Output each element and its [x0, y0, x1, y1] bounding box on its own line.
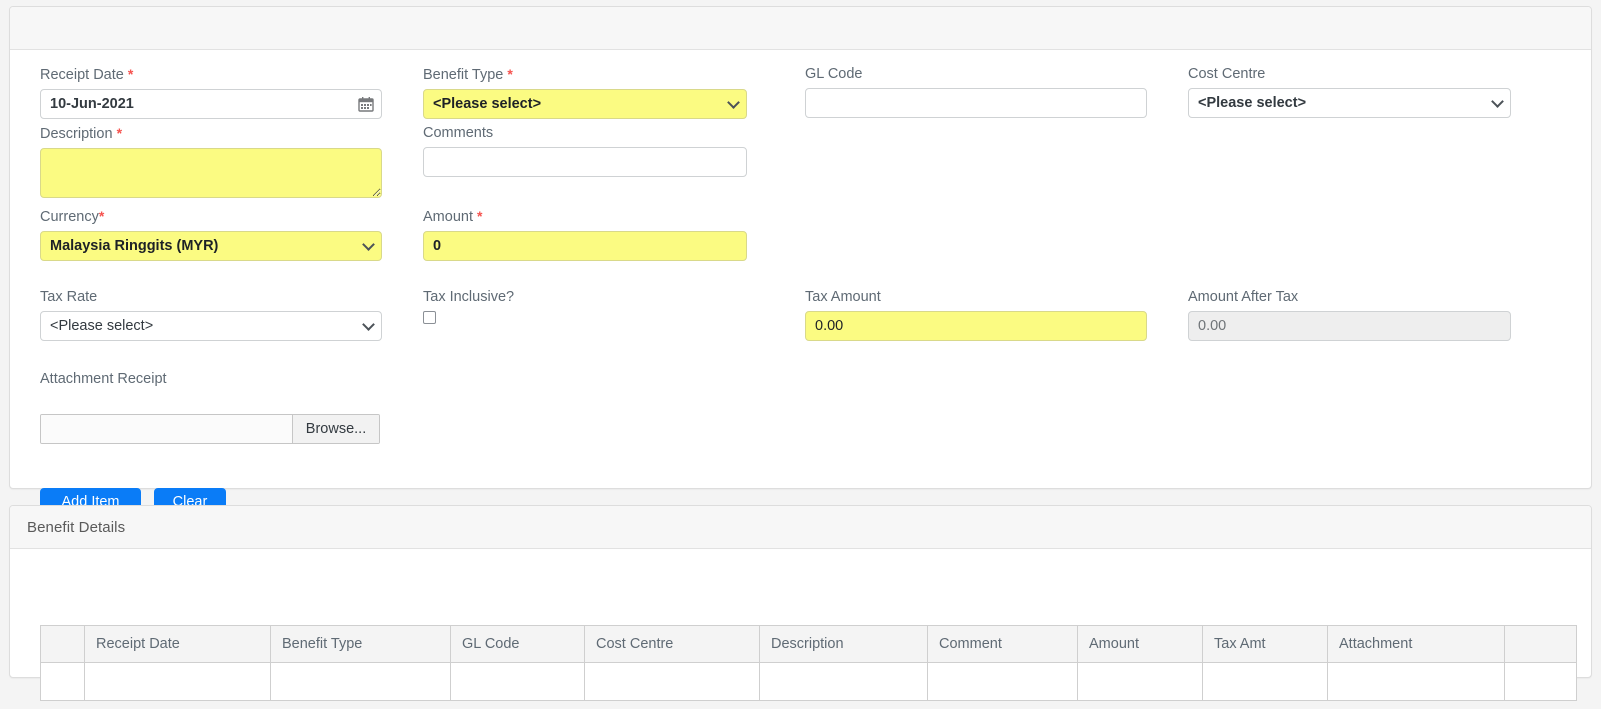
currency-label-text: Currency — [40, 209, 99, 225]
tax-rate-select-wrap: <Please select> — [40, 311, 382, 341]
receipt-date-input-wrap — [40, 89, 382, 119]
attachment-file-name — [41, 415, 293, 443]
gl-code-label: GL Code — [805, 66, 863, 82]
benefit-details-table-wrap: Receipt Date Benefit Type GL Code Cost C… — [40, 625, 1577, 701]
table-header-row: Receipt Date Benefit Type GL Code Cost C… — [40, 625, 1577, 663]
col-header-description: Description — [759, 625, 928, 663]
col-header-amount: Amount — [1077, 625, 1203, 663]
benefit-type-label-text: Benefit Type — [423, 67, 504, 83]
amount-label-text: Amount — [423, 209, 473, 225]
tax-amount-input[interactable] — [805, 311, 1147, 341]
cost-centre-label: Cost Centre — [1188, 66, 1266, 82]
field-gl-code: GL Code — [805, 65, 1147, 118]
col-header-attachment: Attachment — [1327, 625, 1505, 663]
page-root: Receipt Date * 10-Jun-2021 Benefit Type … — [0, 0, 1601, 709]
cell-comment — [927, 662, 1078, 701]
currency-required-marker: * — [98, 208, 105, 224]
field-amount: Amount * — [423, 207, 747, 261]
tax-rate-select[interactable]: <Please select> — [40, 311, 382, 341]
benefit-details-header: Benefit Details — [10, 506, 1591, 549]
field-attachment-receipt: Attachment Receipt Browse... — [40, 370, 382, 444]
amount-required-marker: * — [477, 208, 483, 224]
col-header-actions — [1504, 625, 1577, 663]
cell-benefit-type — [270, 662, 451, 701]
currency-select[interactable]: Malaysia Ringgits (MYR) — [40, 231, 382, 261]
cost-centre-select[interactable]: <Please select> — [1188, 88, 1511, 118]
benefit-details-title: Benefit Details — [27, 518, 126, 536]
field-tax-inclusive: Tax Inclusive? — [423, 288, 623, 324]
receipt-date-input[interactable] — [40, 89, 382, 119]
comments-label: Comments — [423, 125, 494, 141]
amount-label: Amount * — [423, 207, 747, 226]
amount-after-tax-label: Amount After Tax — [1188, 289, 1299, 305]
field-currency: Currency* Malaysia Ringgits (MYR) — [40, 207, 382, 261]
cost-centre-select-wrap: <Please select> — [1188, 88, 1511, 118]
benefit-details-card: Benefit Details Receipt Date Benefit Typ… — [9, 505, 1592, 701]
field-tax-rate: Tax Rate <Please select> — [40, 288, 382, 341]
cell-attachment — [1327, 662, 1505, 701]
description-textarea[interactable] — [40, 148, 382, 198]
col-header-cost-centre: Cost Centre — [584, 625, 760, 663]
description-label-text: Description — [40, 126, 113, 142]
tax-rate-label: Tax Rate — [40, 289, 98, 305]
benefit-type-select-wrap: <Please select> — [423, 89, 747, 119]
comments-input[interactable] — [423, 147, 747, 177]
amount-after-tax-input — [1188, 311, 1511, 341]
form-card-header — [10, 7, 1591, 50]
cell-tax-amt — [1202, 662, 1328, 701]
attachment-receipt-label: Attachment Receipt — [40, 371, 167, 387]
cell-actions — [1504, 662, 1577, 701]
benefit-type-required-marker: * — [507, 66, 513, 82]
benefit-type-label: Benefit Type * — [423, 65, 747, 84]
field-receipt-date: Receipt Date * — [40, 65, 382, 119]
col-header-benefit-type: Benefit Type — [270, 625, 451, 663]
cell-amount — [1077, 662, 1203, 701]
col-header-tax-amt: Tax Amt — [1202, 625, 1328, 663]
gl-code-input[interactable] — [805, 88, 1147, 118]
cell-description — [759, 662, 928, 701]
description-label: Description * — [40, 124, 382, 143]
benefit-details-table: Receipt Date Benefit Type GL Code Cost C… — [40, 625, 1577, 701]
currency-label: Currency* — [40, 207, 382, 226]
attachment-browse-button[interactable]: Browse... — [293, 415, 379, 443]
col-header-gl-code: GL Code — [450, 625, 585, 663]
benefit-claim-form-card: Receipt Date * 10-Jun-2021 Benefit Type … — [9, 6, 1592, 516]
col-header-select — [40, 625, 85, 663]
field-amount-after-tax: Amount After Tax — [1188, 288, 1511, 341]
tax-inclusive-checkbox[interactable] — [423, 311, 436, 324]
benefit-details-table-body — [40, 662, 1577, 701]
cell-receipt-date — [84, 662, 271, 701]
field-cost-centre: Cost Centre <Please select> — [1188, 65, 1511, 118]
tax-amount-label: Tax Amount — [805, 289, 881, 305]
field-description: Description * — [40, 124, 382, 198]
field-tax-amount: Tax Amount — [805, 288, 1147, 341]
table-row[interactable] — [40, 662, 1577, 701]
col-header-comment: Comment — [927, 625, 1078, 663]
field-comments: Comments — [423, 124, 747, 177]
attachment-file-input[interactable]: Browse... — [40, 414, 380, 444]
description-required-marker: * — [116, 125, 123, 141]
receipt-date-label: Receipt Date * — [40, 65, 382, 84]
col-header-receipt-date: Receipt Date — [84, 625, 271, 663]
currency-select-wrap: Malaysia Ringgits (MYR) — [40, 231, 382, 261]
cell-gl-code — [450, 662, 585, 701]
cell-cost-centre — [584, 662, 760, 701]
benefit-details-table-head: Receipt Date Benefit Type GL Code Cost C… — [40, 625, 1577, 663]
cell-select — [40, 662, 85, 701]
receipt-date-label-text: Receipt Date — [40, 67, 124, 83]
field-benefit-type: Benefit Type * <Please select> — [423, 65, 747, 119]
benefit-type-select[interactable]: <Please select> — [423, 89, 747, 119]
amount-input[interactable] — [423, 231, 747, 261]
tax-inclusive-label: Tax Inclusive? — [423, 289, 515, 305]
receipt-date-required-marker: * — [127, 66, 134, 82]
